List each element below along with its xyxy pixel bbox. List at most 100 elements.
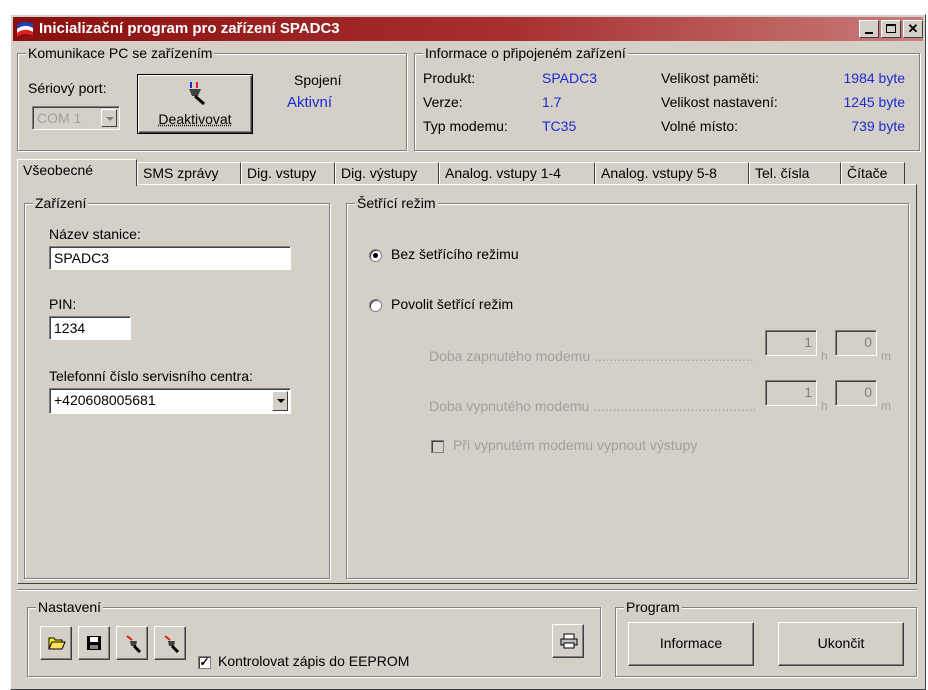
memory-size-label: Velikost paměti: bbox=[661, 70, 760, 86]
station-name-input[interactable]: SPADC3 bbox=[49, 246, 291, 270]
comm-group-label: Komunikace PC se zařízením bbox=[26, 45, 215, 61]
tab-analog-inputs-5-8-label: Analog. vstupy 5-8 bbox=[601, 165, 717, 181]
modem-off-minutes-unit: m bbox=[881, 399, 891, 413]
modem-on-hours-value: 1 bbox=[804, 334, 812, 350]
version-value: 1.7 bbox=[542, 94, 562, 110]
service-center-value: +420608005681 bbox=[54, 392, 156, 408]
radio-no-saving[interactable] bbox=[369, 249, 382, 262]
minimize-button[interactable] bbox=[859, 20, 879, 38]
settings-group: Nastavení ✓ Kontrolovat zápis do EEPROM bbox=[27, 599, 601, 677]
deactivate-button-label: Deaktivovat bbox=[158, 111, 232, 127]
save-file-button[interactable] bbox=[78, 626, 110, 660]
tab-general[interactable]: Všeobecné bbox=[17, 159, 137, 186]
pin-value: 1234 bbox=[54, 320, 86, 336]
service-center-label: Telefonní číslo servisního centra: bbox=[49, 368, 253, 384]
device-group-label: Zařízení bbox=[33, 195, 89, 211]
outputs-off-label[interactable]: Při vypnutém modemu vypnout výstupy bbox=[453, 437, 697, 453]
modem-off-minutes-input[interactable]: 0 bbox=[835, 380, 877, 406]
tab-analog-inputs-1-4[interactable]: Analog. vstupy 1-4 bbox=[439, 162, 595, 184]
read-device-button[interactable] bbox=[116, 626, 148, 660]
saving-mode-group: Šetřící režim Bez šetřícího režimu Povol… bbox=[346, 195, 909, 579]
modem-off-hours-unit: h bbox=[821, 399, 828, 413]
station-name-label: Název stanice: bbox=[49, 226, 141, 242]
modem-off-hours-value: 1 bbox=[804, 384, 812, 400]
chevron-down-icon bbox=[277, 399, 285, 403]
outputs-off-checkbox[interactable] bbox=[431, 440, 444, 453]
memory-size-value: 1984 byte bbox=[843, 70, 906, 86]
minimize-icon bbox=[865, 32, 873, 34]
program-group: Program Informace Ukončit bbox=[615, 599, 917, 677]
tab-sms-label: SMS zprávy bbox=[143, 165, 219, 181]
app-icon bbox=[17, 21, 33, 37]
pin-label: PIN: bbox=[49, 296, 77, 312]
modem-off-minutes-value: 0 bbox=[864, 384, 872, 400]
radio-no-saving-label[interactable]: Bez šetřícího režimu bbox=[391, 246, 519, 262]
modem-off-hours-input[interactable]: 1 bbox=[765, 380, 817, 406]
maximize-button[interactable] bbox=[881, 20, 901, 38]
exit-button[interactable]: Ukončit bbox=[778, 622, 904, 666]
modem-off-time-label: Doba vypnutého modemu ..................… bbox=[429, 398, 755, 414]
serial-port-dropdown-button[interactable] bbox=[101, 109, 117, 127]
service-center-dropdown-button[interactable] bbox=[272, 391, 288, 411]
tab-digital-outputs-label: Dig. výstupy bbox=[341, 165, 418, 181]
modem-on-hours-unit: h bbox=[821, 349, 828, 363]
tab-phone-numbers-label: Tel. čísla bbox=[755, 165, 810, 181]
tab-panel-general: Zařízení Název stanice: SPADC3 PIN: 1234… bbox=[17, 184, 917, 584]
station-name-value: SPADC3 bbox=[54, 250, 109, 266]
tab-digital-inputs-label: Dig. vstupy bbox=[247, 165, 317, 181]
serial-port-value: COM 1 bbox=[37, 110, 82, 126]
device-group: Zařízení Název stanice: SPADC3 PIN: 1234… bbox=[24, 195, 330, 579]
open-file-button[interactable] bbox=[40, 626, 72, 660]
plug-write-icon bbox=[164, 635, 180, 653]
modem-on-minutes-input[interactable]: 0 bbox=[835, 330, 877, 356]
modem-on-hours-input[interactable]: 1 bbox=[765, 330, 817, 356]
maximize-icon bbox=[886, 24, 896, 33]
tab-phone-numbers[interactable]: Tel. čísla bbox=[749, 162, 841, 184]
product-label: Produkt: bbox=[423, 70, 476, 86]
close-button[interactable]: ✕ bbox=[903, 20, 923, 38]
tab-sms[interactable]: SMS zprávy bbox=[137, 162, 241, 184]
serial-port-select[interactable]: COM 1 bbox=[32, 106, 120, 130]
settings-size-value: 1245 byte bbox=[843, 94, 906, 110]
radio-enable-saving-label[interactable]: Povolit šetřící režim bbox=[391, 296, 513, 312]
radio-enable-saving[interactable] bbox=[369, 299, 382, 312]
verify-eeprom-checkbox[interactable]: ✓ bbox=[198, 656, 211, 669]
tab-digital-inputs[interactable]: Dig. vstupy bbox=[241, 162, 335, 184]
plug-read-icon bbox=[126, 635, 142, 653]
tab-strip: Všeobecné SMS zprávy Dig. vstupy Dig. vý… bbox=[17, 159, 917, 186]
tab-digital-outputs[interactable]: Dig. výstupy bbox=[335, 162, 439, 184]
tab-counters[interactable]: Čítače bbox=[841, 162, 905, 184]
info-button[interactable]: Informace bbox=[628, 622, 754, 666]
version-label: Verze: bbox=[423, 94, 463, 110]
modem-on-minutes-unit: m bbox=[881, 349, 891, 363]
modem-on-minutes-value: 0 bbox=[864, 334, 872, 350]
exit-button-label: Ukončit bbox=[817, 635, 865, 651]
printer-icon bbox=[560, 633, 578, 649]
modem-on-time-label: Doba zapnutého modemu ..................… bbox=[429, 348, 755, 364]
comm-group: Komunikace PC se zařízením Sériový port:… bbox=[17, 45, 407, 151]
window-title: Inicializační program pro zařízení SPADC… bbox=[39, 20, 340, 37]
radio-selected-dot bbox=[373, 253, 378, 258]
modem-type-label: Typ modemu: bbox=[423, 118, 508, 134]
tab-analog-inputs-5-8[interactable]: Analog. vstupy 5-8 bbox=[595, 162, 749, 184]
folder-open-icon bbox=[48, 637, 66, 650]
plug-icon bbox=[189, 82, 205, 106]
service-center-select[interactable]: +420608005681 bbox=[49, 388, 291, 414]
write-device-button[interactable] bbox=[154, 626, 186, 660]
tab-analog-inputs-1-4-label: Analog. vstupy 1-4 bbox=[445, 165, 561, 181]
print-button[interactable] bbox=[552, 624, 584, 658]
serial-port-label: Sériový port: bbox=[28, 80, 107, 96]
main-window: Inicializační program pro zařízení SPADC… bbox=[10, 14, 926, 690]
pin-input[interactable]: 1234 bbox=[49, 316, 131, 340]
modem-type-value: TC35 bbox=[542, 118, 577, 134]
saving-mode-group-label: Šetřící režim bbox=[355, 195, 438, 211]
verify-eeprom-label[interactable]: Kontrolovat zápis do EEPROM bbox=[218, 653, 409, 669]
settings-group-label: Nastavení bbox=[36, 599, 104, 615]
connection-label: Spojení bbox=[294, 72, 342, 88]
free-space-label: Volné místo: bbox=[661, 118, 739, 134]
deactivate-button[interactable]: Deaktivovat bbox=[137, 74, 253, 134]
title-bar[interactable]: Inicializační program pro zařízení SPADC… bbox=[13, 17, 923, 41]
bottom-separator bbox=[17, 589, 917, 591]
product-value: SPADC3 bbox=[542, 70, 597, 86]
program-group-label: Program bbox=[624, 599, 682, 615]
